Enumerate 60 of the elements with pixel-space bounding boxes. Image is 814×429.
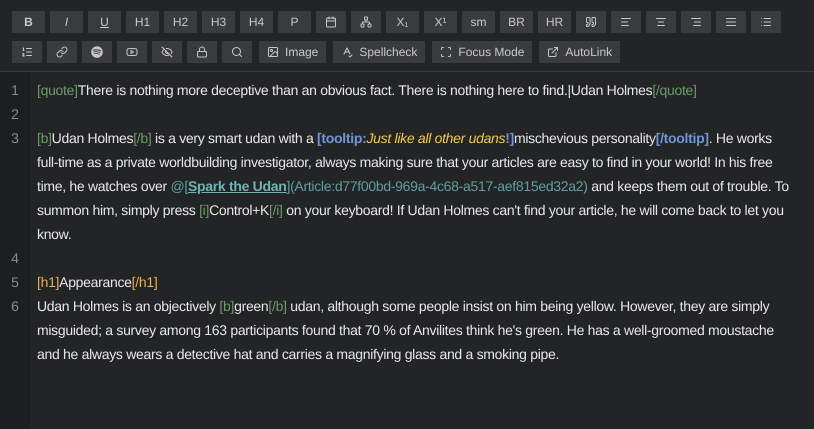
external-link-icon [547,46,560,58]
quote-icon [585,16,597,28]
format-button[interactable]: H3 [202,11,235,33]
video-icon [126,46,138,58]
format-button[interactable]: I [50,11,83,33]
format-button[interactable]: B [12,11,45,33]
network-icon [360,16,372,28]
lock-icon [196,46,208,58]
toolbar-icon-button[interactable] [351,11,381,33]
line-number: 1 [11,81,19,100]
spellcheck-icon [341,46,354,58]
editor-line: Udan Holmes is an objectively [b]green[/b] udan, although some people insist on him being yellow. However, they are simply misguided; a survey among 163 participants found that 70 % of Anvilites think he's green. He has a well-groomed moustache and he always wears a detective hat and carries a magnifying glass and a smoking pipe. [36,297,775,364]
editor-line: [h1]Appearance[/h1] [36,273,158,292]
line-number: 4 [11,249,19,268]
focus-icon [440,46,452,58]
toolbar-button[interactable]: Image [259,41,326,63]
editor-line: [quote]There is nothing more deceptive than an obvious fact. There is nothing here to find.|Udan Holmes[/quote] [36,81,698,100]
format-button[interactable]: H1 [126,11,159,33]
toolbar-icon-button[interactable] [646,11,676,33]
spotify-icon [91,46,103,58]
eye-off-icon [161,46,173,58]
toolbar-button[interactable]: Focus Mode [432,41,532,63]
format-button[interactable]: H2 [164,11,197,33]
calendar-icon [325,16,337,28]
toolbar-button[interactable]: Spellcheck [333,41,426,63]
format-button[interactable]: X₁ [386,11,419,33]
toolbar-icon-button[interactable] [611,11,641,33]
toolbar-icon-button[interactable] [12,41,42,63]
search-icon [231,46,243,58]
format-button[interactable]: H4 [240,11,273,33]
line-number: 6 [11,297,19,316]
toolbar-icon-button[interactable] [47,41,77,63]
align-left-icon [620,16,632,28]
align-right-icon [690,16,702,28]
numbered-list-icon [21,46,33,58]
toolbar-icon-button[interactable] [187,41,217,63]
format-button[interactable]: HR [538,11,571,33]
line-number: 5 [11,273,19,292]
editor-line: [b]Udan Holmes[/b] is a very smart udan with a [tooltip:Just like all other udans!]mischevious personality[/tooltip]. He works full-time as a private worldbuilding investigator, always making sure that your articles are easy to find in your world! In his free time, he watches over @[Spark the Udan](Article:d77f00bd-969a-4c68-a517-aef815ed32a2) and keeps them out of trouble. To summon him, simply press [i]Control+K[/i] on your keyboard! If Udan Holmes can't find your article, he will come back to let you know. [36,129,790,244]
format-button[interactable]: P [278,11,311,33]
toolbar-icon-button[interactable] [576,11,606,33]
line-number: 3 [11,129,19,148]
format-button[interactable]: X¹ [424,11,457,33]
align-center-icon [655,16,667,28]
format-button[interactable]: BR [500,11,533,33]
align-justify-icon [725,16,737,28]
format-button[interactable]: sm [462,11,495,33]
image-icon [267,46,279,58]
line-number: 2 [11,105,19,124]
format-button[interactable]: U [88,11,121,33]
toolbar-button[interactable]: AutoLink [539,41,620,63]
toolbar-icon-button[interactable] [117,41,147,63]
toolbar-icon-button[interactable] [222,41,252,63]
toolbar-icon-button[interactable] [82,41,112,63]
link-icon [56,46,68,58]
toolbar-icon-button[interactable] [316,11,346,33]
toolbar-icon-button[interactable] [681,11,711,33]
toolbar-icon-button[interactable] [152,41,182,63]
toolbar-icon-button[interactable] [716,11,746,33]
toolbar-icon-button[interactable] [751,11,781,33]
